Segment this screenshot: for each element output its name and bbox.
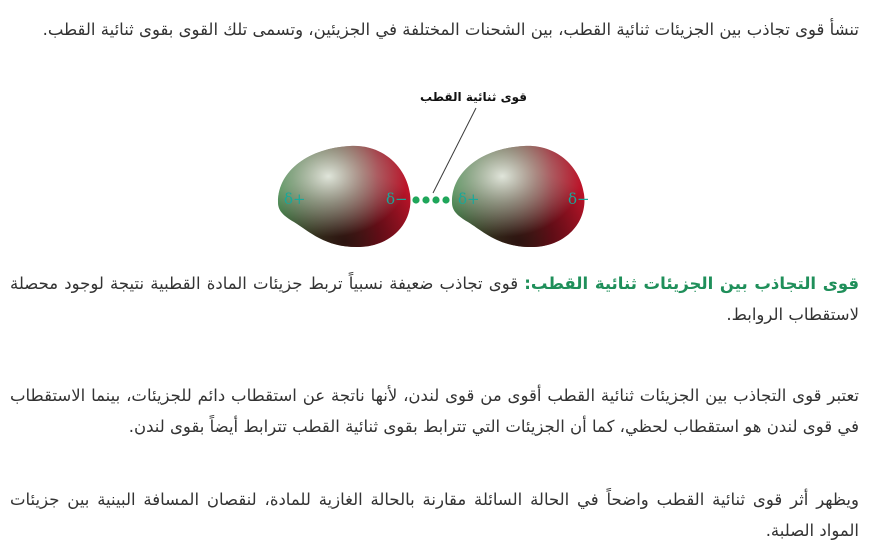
charge-label-positive: δ+ (458, 190, 480, 208)
charge-label-positive: δ+ (284, 190, 306, 208)
dipole-interaction-dots (412, 196, 450, 204)
intro-paragraph: تنشأ قوى تجاذب بين الجزيئات ثنائية القطب… (42, 20, 859, 39)
charge-label-negative: δ− (568, 190, 590, 208)
definition-paragraph: قوى التجاذب بين الجزيئات ثنائية القطب: ق… (10, 268, 859, 330)
article-content: تنشأ قوى تجاذب بين الجزيئات ثنائية القطب… (0, 0, 873, 543)
charge-label-negative: δ− (386, 190, 408, 208)
dipole-illustration (278, 107, 585, 248)
comparison-paragraph: تعتبر قوى التجاذب بين الجزيئات ثنائية ال… (10, 386, 859, 436)
liquid-effect-paragraph: ويظهر أثر قوى ثنائية القطب واضحاً في الح… (10, 490, 859, 540)
definition-term: قوى التجاذب بين الجزيئات ثنائية القطب: (524, 274, 859, 293)
dipole-figure: قوى ثنائية القطب δ+ δ− δ+ δ− (270, 82, 600, 252)
figure-label: قوى ثنائية القطب (420, 90, 527, 104)
